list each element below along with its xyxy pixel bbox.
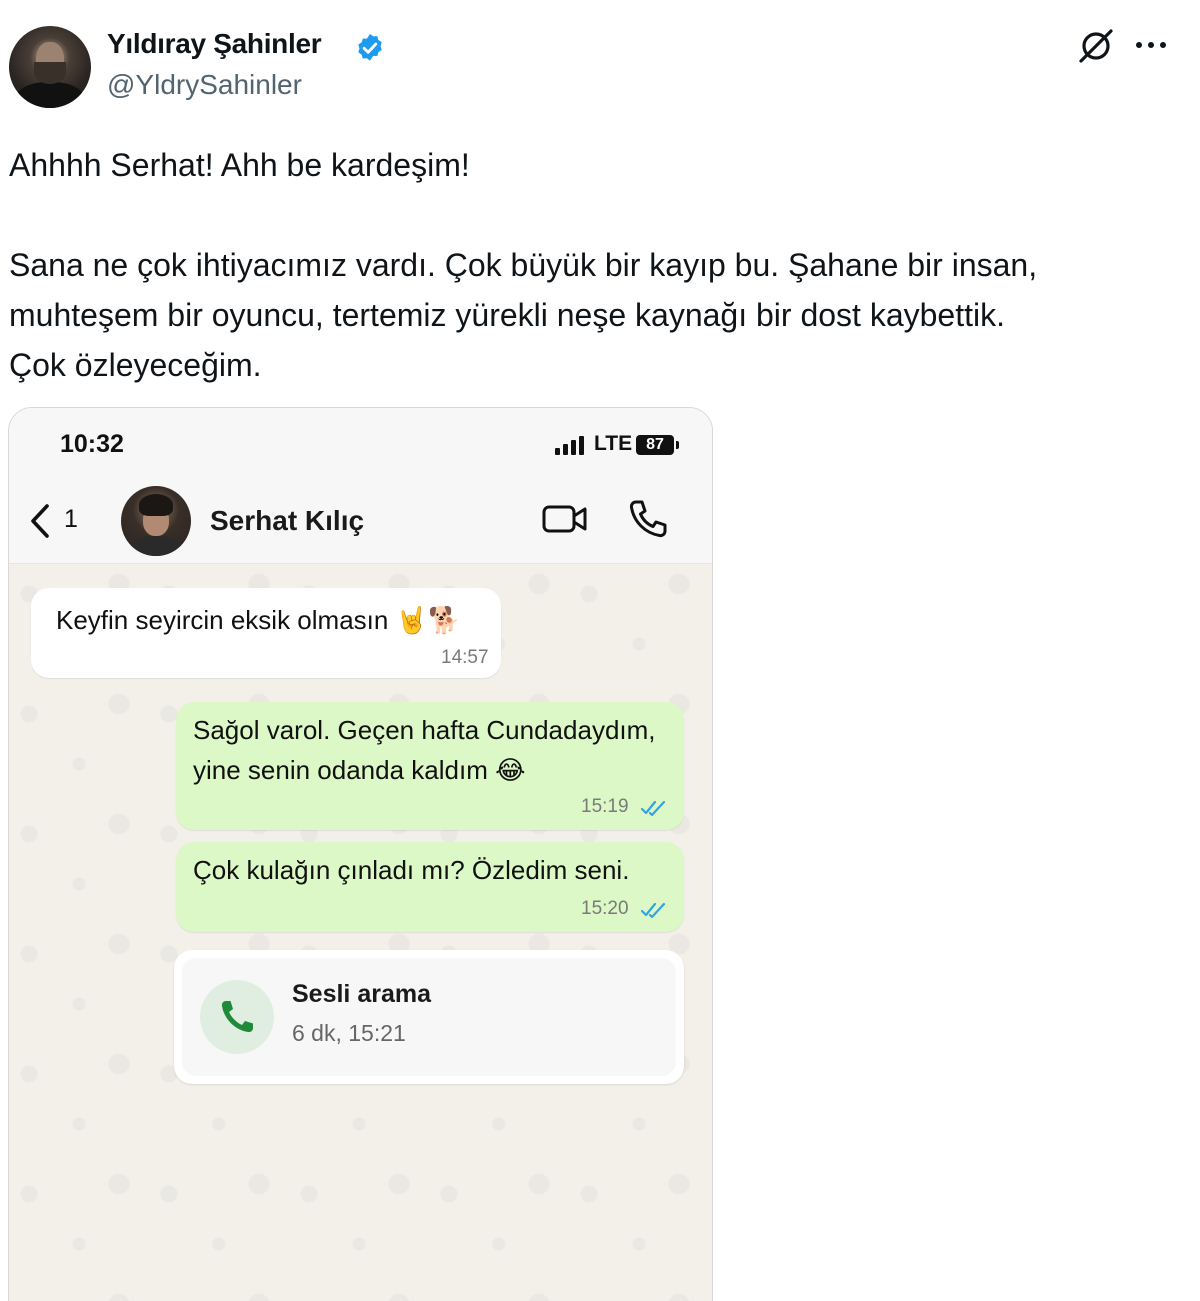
phone-status-bar: 10:32 LTE 87 [9,408,712,478]
grok-icon[interactable] [1076,26,1116,66]
message-emoji: 🤘🐕 [395,606,461,636]
call-detail: 6 dk, 15:21 [292,1020,406,1046]
verified-badge-icon [358,34,382,61]
chat-header: 1 Serhat Kılıç [9,478,712,564]
battery-icon: 87 [636,435,674,455]
voice-call-card-body: Sesli arama 6 dk, 15:21 [182,958,676,1076]
status-time: 10:32 [60,430,124,458]
tweet-text: Ahhhh Serhat! Ahh be kardeşim! Sana ne ç… [9,147,1038,383]
message-time: 14:57 [441,647,489,668]
author-handle[interactable]: @YldrySahinler [107,69,302,101]
read-ticks-icon [640,800,666,817]
phone-call-icon[interactable] [627,498,669,540]
read-ticks-icon [640,902,666,919]
contact-name[interactable]: Serhat Kılıç [210,505,364,537]
network-label: LTE [594,432,633,455]
voice-call-card[interactable]: Sesli arama 6 dk, 15:21 [174,950,684,1084]
message-incoming[interactable]: Keyfin seyircin eksik olmasın 🤘🐕 14:57 [31,588,501,678]
message-outgoing[interactable]: Çok kulağın çınladı mı? Özledim seni. 15… [176,842,684,932]
contact-avatar[interactable] [121,486,191,556]
message-emoji: 😂 [495,756,526,786]
message-time: 15:20 [581,898,629,919]
tweet-card: Yıldıray Şahinler @YldrySahinler Ahhhh S… [0,0,1200,1301]
more-options-icon[interactable] [1134,33,1168,57]
message-text: Keyfin seyircin eksik olmasın 🤘🐕 [56,600,460,641]
attached-screenshot[interactable]: 10:32 LTE 87 1 Serhat Kılıç Keyfin seyir… [8,407,713,1301]
call-title: Sesli arama [292,980,431,1008]
signal-icon [555,436,584,455]
message-body: Sağol varol. Geçen hafta Cundadaydım, yi… [193,715,656,785]
message-text: Sağol varol. Geçen hafta Cundadaydım, yi… [193,710,656,791]
voice-call-icon-circle [200,980,274,1054]
battery-tip [676,441,679,449]
author-avatar[interactable] [9,26,91,108]
message-body: Keyfin seyircin eksik olmasın [56,605,389,635]
phone-call-icon [221,1001,253,1033]
author-name[interactable]: Yıldıray Şahinler [107,28,322,60]
video-call-icon[interactable] [541,502,589,536]
chat-area[interactable]: Keyfin seyircin eksik olmasın 🤘🐕 14:57 S… [9,564,712,1301]
message-outgoing[interactable]: Sağol varol. Geçen hafta Cundadaydım, yi… [176,702,684,830]
back-unread-count[interactable]: 1 [64,505,78,534]
message-text: Çok kulağın çınladı mı? Özledim seni. [193,855,630,885]
message-time: 15:19 [581,796,629,817]
chevron-left-icon[interactable] [27,502,53,540]
